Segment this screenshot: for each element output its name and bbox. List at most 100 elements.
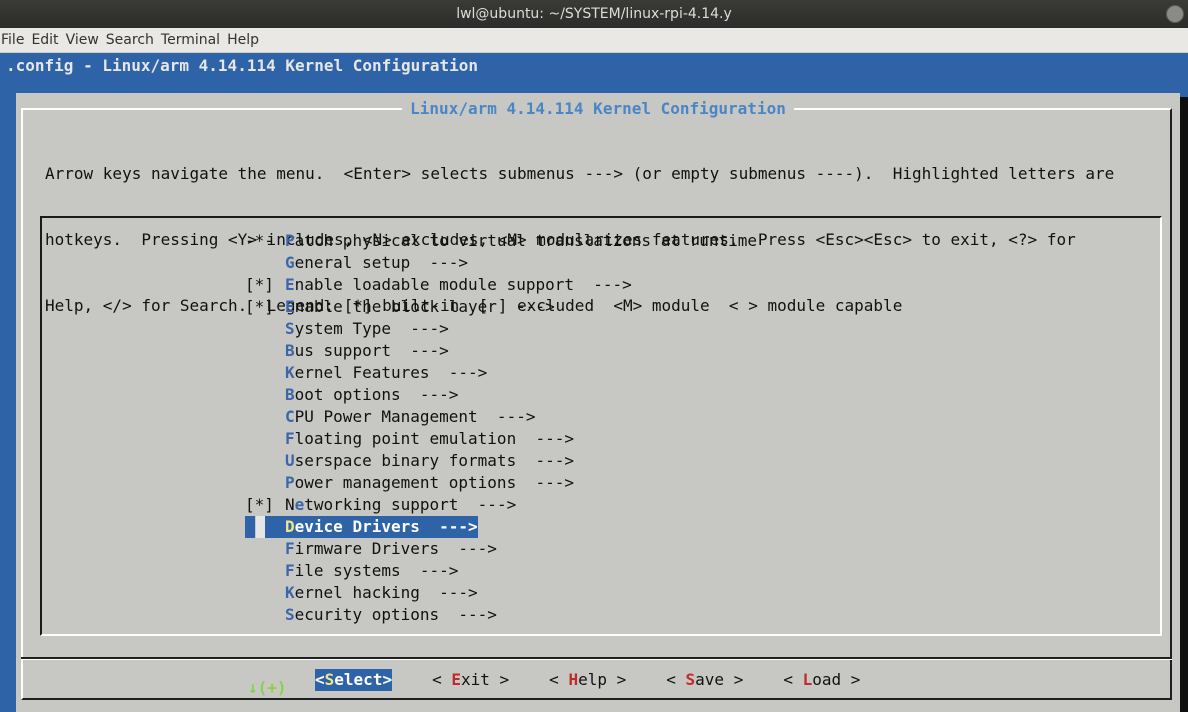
menu-item-prefix (245, 604, 285, 626)
menu-file[interactable]: File (0, 32, 31, 48)
button-hotkey: S (685, 670, 696, 689)
menu-item[interactable]: Kernel hacking ---> (245, 582, 757, 604)
button-hotkey: E (451, 670, 461, 689)
menu-item-label: Enable the block layer ---> (285, 296, 555, 318)
button-label: elect (334, 670, 383, 689)
button-bracket: < (549, 670, 569, 689)
menu-item[interactable]: CPU Power Management ---> (245, 406, 757, 428)
menu-item-prefix: [*] (245, 275, 284, 294)
menu-item-label: Enable loadable module support ---> (285, 274, 632, 296)
minimize-icon[interactable] (1166, 5, 1184, 23)
menu-item[interactable]: Bus support ---> (245, 340, 757, 362)
button-bracket: > (382, 670, 393, 689)
select-button[interactable]: <Select> (315, 669, 393, 691)
menu-item-label: Device Drivers ---> (285, 516, 478, 538)
menu-item[interactable]: System Type ---> (245, 318, 757, 340)
menu-item[interactable]: Power management options ---> (245, 472, 757, 494)
button-bracket: > (606, 670, 627, 689)
menu-item-text: ystem Type ---> (294, 319, 449, 338)
menu-item-hotkey: E (285, 275, 295, 294)
scroll-more-indicator: ↓(+) (248, 678, 287, 697)
menu-item[interactable]: [*] Enable the block layer ---> (245, 296, 757, 318)
menu-item[interactable]: Floating point emulation ---> (245, 428, 757, 450)
save-button[interactable]: < Save > (666, 669, 743, 691)
menu-item-hotkey: F (285, 561, 295, 580)
dialog-title-text: Linux/arm 4.14.114 Kernel Configuration (402, 99, 794, 118)
menu-terminal[interactable]: Terminal (161, 32, 227, 48)
menu-item-text: ile systems ---> (294, 561, 459, 580)
menu-item[interactable]: -*- Patch physical to virtual translatio… (245, 230, 757, 252)
load-button[interactable]: < Load > (783, 669, 860, 691)
menu-item[interactable]: General setup ---> (245, 252, 757, 274)
menu-item[interactable]: Boot options ---> (245, 384, 757, 406)
menu-item-label: Power management options ---> (285, 472, 574, 494)
menu-item[interactable]: File systems ---> (245, 560, 757, 582)
menu-item-text: loating point emulation ---> (294, 429, 574, 448)
menu-item-label: General setup ---> (285, 252, 468, 274)
button-bracket: > (489, 670, 510, 689)
menu-item[interactable]: [*] Networking support ---> (245, 494, 757, 516)
dialog-shadow (1180, 97, 1188, 712)
button-separator-highlight (21, 659, 1172, 660)
button-bracket: < (783, 670, 803, 689)
menu-item-prefix (245, 516, 285, 538)
menubar: File Edit View Search Terminal Help (0, 28, 1188, 53)
menu-item-hotkey: K (285, 583, 295, 602)
menu-item-prefix (245, 340, 285, 362)
menu-item-hotkey: D (285, 517, 295, 536)
menu-item-hotkey: S (285, 605, 295, 624)
menu-item-hotkey: P (285, 231, 295, 250)
selection-bar (265, 516, 285, 538)
help-button[interactable]: < Help > (549, 669, 626, 691)
menu-item-hotkey: e (294, 495, 305, 514)
menu-item-text: ernel Features ---> (294, 363, 488, 382)
menu-item-label: Firmware Drivers ---> (285, 538, 497, 560)
button-label: oad (812, 670, 842, 689)
menu-item-text: ower management options ---> (294, 473, 574, 492)
button-hotkey: L (802, 670, 813, 689)
menu-item-text: nable loadable module support ---> (294, 275, 632, 294)
exit-button[interactable]: < Exit > (432, 669, 509, 691)
menu-item-label: Networking support ---> (285, 494, 516, 516)
text-cursor (256, 516, 265, 538)
menu-item-label: File systems ---> (285, 560, 458, 582)
menu-item-label: Kernel Features ---> (285, 362, 487, 384)
menu-item-hotkey: G (285, 253, 295, 272)
menu-item[interactable]: Kernel Features ---> (245, 362, 757, 384)
button-bracket: < (666, 670, 686, 689)
menu-item[interactable]: Userspace binary formats ---> (245, 450, 757, 472)
terminal-area[interactable]: .config - Linux/arm 4.14.114 Kernel Conf… (0, 53, 1188, 712)
menu-item-text: oot options ---> (294, 385, 459, 404)
config-header: .config - Linux/arm 4.14.114 Kernel Conf… (6, 56, 479, 75)
menu-help[interactable]: Help (227, 32, 266, 48)
menu-item-prefix (245, 582, 285, 604)
menu-view[interactable]: View (66, 32, 106, 48)
selection-bar (245, 516, 255, 538)
menu-item-label: System Type ---> (285, 318, 449, 340)
menu-edit[interactable]: Edit (31, 32, 65, 48)
button-label: elp (578, 670, 607, 689)
menu-item-prefix (245, 362, 285, 384)
menu-item-hotkey: K (285, 363, 295, 382)
button-label: xit (461, 670, 490, 689)
menu-item[interactable]: [*] Enable loadable module support ---> (245, 274, 757, 296)
menu-item-text: serspace binary formats ---> (294, 451, 574, 470)
menu-search[interactable]: Search (106, 32, 161, 48)
button-bracket: < (315, 670, 325, 689)
menu-item-hotkey: E (285, 297, 295, 316)
menu-item-hotkey: B (285, 385, 295, 404)
menu-item-hotkey: F (285, 429, 295, 448)
menu-item-prefix (245, 560, 285, 582)
menu-item[interactable]: Device Drivers ---> (245, 516, 757, 538)
window-title: lwl@ubuntu: ~/SYSTEM/linux-rpi-4.14.y (456, 6, 732, 22)
menu-item-label: Bus support ---> (285, 340, 449, 362)
menu-item-text: tworking support ---> (304, 495, 517, 514)
menu-item-prefix: [*] (245, 297, 284, 316)
menu-item-text: us support ---> (294, 341, 449, 360)
menu-item[interactable]: Security options ---> (245, 604, 757, 626)
menu-item-label: CPU Power Management ---> (285, 406, 535, 428)
button-bracket: > (841, 670, 861, 689)
menu-item-hotkey: B (285, 341, 295, 360)
menu-item[interactable]: Firmware Drivers ---> (245, 538, 757, 560)
menu-item-text: evice Drivers ---> (294, 517, 478, 536)
